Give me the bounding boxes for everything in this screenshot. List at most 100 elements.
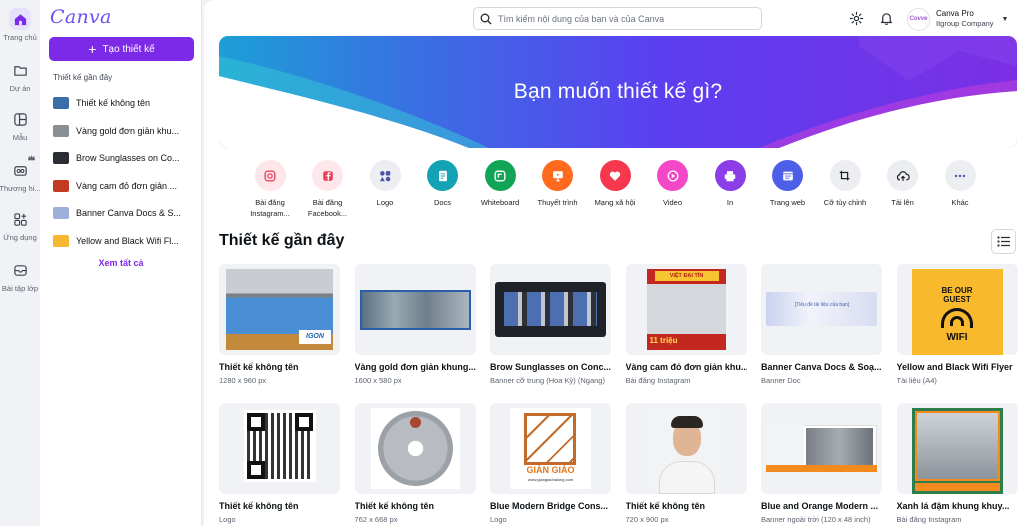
list-view-icon [997,236,1010,247]
design-card[interactable]: [Tiêu đề tài liệu của bạn] Banner Canva D… [761,264,882,385]
design-card[interactable]: IGON Thiết kế không tên 1280 x 960 px [219,264,340,385]
design-type-upload[interactable]: Tải lên [875,160,931,208]
rail-brand[interactable]: Thương hi... [0,155,41,193]
account-plan: Canva Pro [936,9,974,18]
design-card[interactable]: BE OUR GUEST WIFI Yellow and Black Wifi Fly… [896,264,1018,385]
design-thumbnail: IGON [219,264,340,355]
apps-icon [9,208,31,230]
rail-projects[interactable]: Dự án [0,59,40,93]
notification-bell-icon[interactable] [879,11,894,26]
design-title: Blue and Orange Modern ... [761,501,879,511]
rail-apps[interactable]: Ứng dụng [0,208,40,242]
design-subtitle: Banner cỡ trung (Hoa Kỳ) (Ngang) [490,376,605,385]
design-type-label: Whiteboard [480,198,520,207]
instagram-icon [254,160,286,191]
presentation-icon [542,160,573,191]
recent-design-item[interactable]: Vàng cam đỏ đơn giản ... [53,176,193,196]
design-card[interactable]: Xanh lá đậm khung khuy... Bài đăng Instag… [896,403,1018,524]
recent-design-item[interactable]: Banner Canva Docs & S... [53,203,193,223]
print-icon [714,160,746,191]
design-type-presentation[interactable]: Thuyết trình [530,160,586,208]
design-card[interactable]: Thiết kế không tên 720 x 900 px [625,403,747,524]
create-design-button[interactable]: + Tạo thiết kế [49,37,194,61]
design-type-label: Khác [951,198,969,207]
left-rail: Trang chủ Dự án Mẫu Thương hi... Ứng dụn… [0,0,41,526]
design-title: Vàng gold đơn giản khung... [354,362,476,372]
design-thumbnail: VIỆT ĐẠI TÍN 11 triệu [625,264,747,355]
design-subtitle: 720 x 900 px [625,515,669,524]
design-thumbnail [354,403,476,494]
recent-design-thumbnail [53,152,69,164]
design-type-label: Logo [376,198,394,207]
rail-label: Mẫu [12,133,28,142]
design-type-label: Cỡ tùy chỉnh [823,198,867,207]
recent-design-item[interactable]: Yellow and Black Wifi Fl... [53,231,193,251]
design-type-instagram[interactable]: Bài đăng Instagram... [242,160,298,219]
design-card[interactable]: VIỆT ĐẠI TÍN 11 triệu Vàng cam đỏ đơn giản… [625,264,747,385]
upload-icon [887,160,918,191]
search-input[interactable] [498,13,748,24]
doc-banner-text: [Tiêu đề tài liệu của bạn] [794,302,850,308]
design-thumbnail [761,403,882,494]
design-type-video[interactable]: Video [645,160,701,208]
social-icon [599,160,631,191]
design-type-custom-size[interactable]: Cỡ tùy chỉnh [817,160,873,208]
rail-label: Trang chủ [3,33,37,42]
folder-icon [9,59,31,81]
list-view-toggle[interactable] [991,229,1016,254]
rail-templates[interactable]: Mẫu [0,108,40,142]
design-type-label: Thuyết trình [537,198,578,207]
settings-icon[interactable] [849,11,864,26]
whiteboard-icon [484,160,516,191]
rail-assignments[interactable]: Bài tập lớp [0,259,40,293]
design-card[interactable]: Vàng gold đơn giản khung... 1600 x 580 px [354,264,476,385]
design-title: Vàng cam đỏ đơn giản khu... [625,362,747,372]
design-title: Xanh lá đậm khung khuy... [896,501,1010,511]
recent-design-item[interactable]: Thiết kế không tên [53,93,193,113]
crown-icon [28,155,35,161]
design-title: Blue Modern Bridge Cons... [490,501,609,511]
rail-label: Bài tập lớp [1,284,39,293]
design-type-label: Docs [433,198,452,207]
canva-logo[interactable]: Canva [50,6,112,28]
scaffold-brand-text: GIÀN GIÁO [526,465,575,475]
scaffold-site-text: www.giangiaohalong.com [527,477,574,482]
docs-icon [427,160,458,191]
design-type-whiteboard[interactable]: Whiteboard [472,160,528,208]
design-type-website[interactable]: Trang web [760,160,816,208]
design-card[interactable]: Thiết kế không tên Logo [219,403,340,524]
rail-home[interactable]: Trang chủ [0,8,40,42]
design-title: Thiết kế không tên [219,501,299,511]
design-title: Thiết kế không tên [219,362,299,372]
design-card[interactable]: Thiết kế không tên 762 x 668 px [354,403,476,524]
hero-title: Bạn muốn thiết kế gì? [513,80,723,103]
recent-design-label: Brow Sunglasses on Co... [76,153,180,163]
design-type-label: Tải lên [891,198,914,207]
design-type-facebook[interactable]: Bài đăng Facebook... [300,160,356,219]
home-icon [9,8,31,30]
create-design-label: Tạo thiết kế [102,43,155,55]
design-thumbnail [625,403,747,494]
see-all-link[interactable]: Xem tất cả [40,258,202,268]
design-thumbnail [354,264,476,355]
design-type-print[interactable]: In [702,160,758,208]
recent-design-thumbnail [53,97,69,109]
video-icon [657,160,688,191]
design-thumbnail [219,403,340,494]
design-type-social[interactable]: Mạng xã hội [587,160,643,208]
design-card[interactable]: Blue and Orange Modern ... Banner ngoài t… [761,403,882,524]
design-card[interactable]: GIÀN GIÁO www.giangiaohalong.com Blue Mode… [490,403,611,524]
recent-design-label: Banner Canva Docs & S... [76,208,182,218]
recent-design-item[interactable]: Vàng gold đơn giản khu... [53,121,193,141]
design-type-label: Bài đăng Facebook... [307,198,348,218]
design-type-more[interactable]: Khác [932,160,988,208]
account-switcher[interactable]: Covve Canva Pro Itgroup Company ▼ [907,6,1019,32]
design-type-docs[interactable]: Docs [415,160,471,208]
design-card[interactable]: Brow Sunglasses on Conc... Banner cỡ trun… [490,264,611,385]
design-subtitle: Bài đăng Instagram [896,515,962,524]
search-icon [480,13,492,24]
recent-design-item[interactable]: Brow Sunglasses on Co... [53,148,193,168]
brand-icon [9,159,31,181]
search-bar[interactable] [473,7,762,30]
design-type-logo[interactable]: Logo [357,160,413,208]
